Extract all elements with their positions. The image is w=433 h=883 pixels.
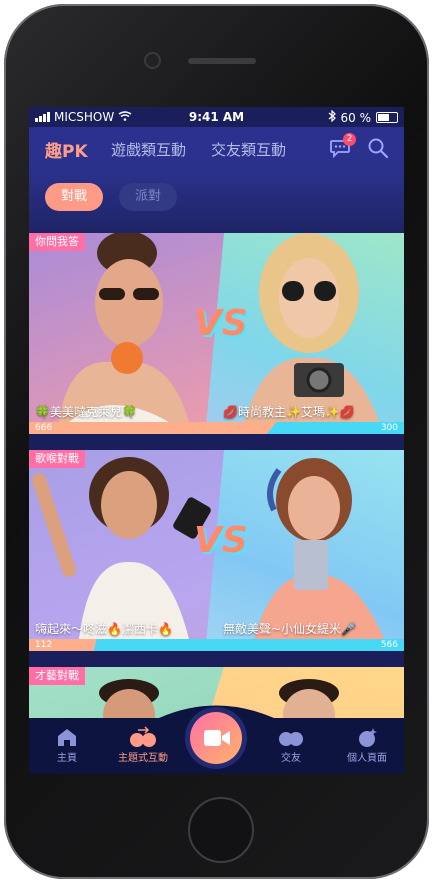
bluetooth-icon xyxy=(328,109,336,125)
right-contestant-photo xyxy=(254,458,384,639)
battle-filter-button[interactable]: 對戰 xyxy=(45,183,103,211)
profile-icon xyxy=(359,728,377,747)
front-camera xyxy=(146,54,159,67)
left-contestant-name: 嗨起來～咚滋🔥潔西卡🔥 xyxy=(35,622,173,636)
earpiece-speaker xyxy=(188,58,256,64)
tab-profile[interactable]: 個人頁面 xyxy=(337,725,397,764)
search-icon[interactable] xyxy=(367,137,389,163)
pk-card[interactable]: 你問我答 VS 🍀美美噠克萊兒🍀 💋時尚教主✨艾瑪✨💋 666 300 xyxy=(29,233,404,434)
score-bar: 666 300 xyxy=(29,422,404,434)
message-badge: 2 xyxy=(343,133,356,146)
category-tag: 才藝對戰 xyxy=(29,667,85,685)
right-score: 300 xyxy=(380,423,398,433)
friends-icon xyxy=(279,732,303,746)
live-camera-button[interactable] xyxy=(190,712,242,764)
tab-game-interaction[interactable]: 遊戲類互動 xyxy=(111,139,186,160)
left-contestant-photo xyxy=(32,457,211,639)
party-filter-button[interactable]: 派對 xyxy=(119,183,177,211)
right-contestant-name: 💋時尚教主✨艾瑪✨💋 xyxy=(223,405,355,419)
right-contestant-name: 無敵美聲~小仙女緹米🎤 xyxy=(223,622,356,636)
tab-social-interaction[interactable]: 交友類互動 xyxy=(211,139,286,160)
tab-theme-interaction[interactable]: 主題式互動 xyxy=(113,725,173,764)
left-contestant-photo xyxy=(59,233,189,422)
sub-navigation: 對戰 派對 xyxy=(29,173,404,233)
tab-theme-interaction-label: 主題式互動 xyxy=(118,753,168,764)
top-navigation: 趣PK 遊戲類互動 交友類互動 2 xyxy=(29,127,404,173)
tab-fun-pk[interactable]: 趣PK xyxy=(45,137,88,162)
score-bar-fill xyxy=(29,422,277,434)
score-bar: 112 566 xyxy=(29,639,404,651)
status-bar: MICSHOW 9:41 AM 60 % xyxy=(29,107,404,127)
tab-friends-label: 交友 xyxy=(281,753,301,764)
right-contestant-photo xyxy=(244,233,379,422)
tab-home-label: 主頁 xyxy=(57,753,77,764)
tab-home[interactable]: 主頁 xyxy=(37,725,97,764)
theme-interaction-icon xyxy=(130,726,156,747)
battery-icon xyxy=(376,112,398,123)
left-contestant-name: 🍀美美噠克萊兒🍀 xyxy=(35,405,137,419)
left-score: 112 xyxy=(35,640,53,650)
app-screen: MICSHOW 9:41 AM 60 % 趣PK 遊戲類互動 交友類互動 2 對… xyxy=(29,107,404,774)
tab-friends[interactable]: 交友 xyxy=(261,725,321,764)
pk-card[interactable]: 歌喉對戰 VS 嗨起來～咚滋🔥潔西卡🔥 無敵美聲~小仙女緹米🎤 112 566 xyxy=(29,450,404,651)
home-button[interactable] xyxy=(188,797,254,863)
left-score: 666 xyxy=(35,423,53,433)
video-camera-icon xyxy=(204,730,230,746)
category-tag: 歌喉對戰 xyxy=(29,450,85,468)
home-icon xyxy=(58,729,76,746)
vs-label: VS xyxy=(194,303,248,344)
category-tag: 你問我答 xyxy=(29,233,85,251)
right-score: 566 xyxy=(380,640,398,650)
tab-profile-label: 個人頁面 xyxy=(347,753,387,764)
vs-label: VS xyxy=(194,520,248,561)
battery-percent: 60 % xyxy=(340,110,372,125)
